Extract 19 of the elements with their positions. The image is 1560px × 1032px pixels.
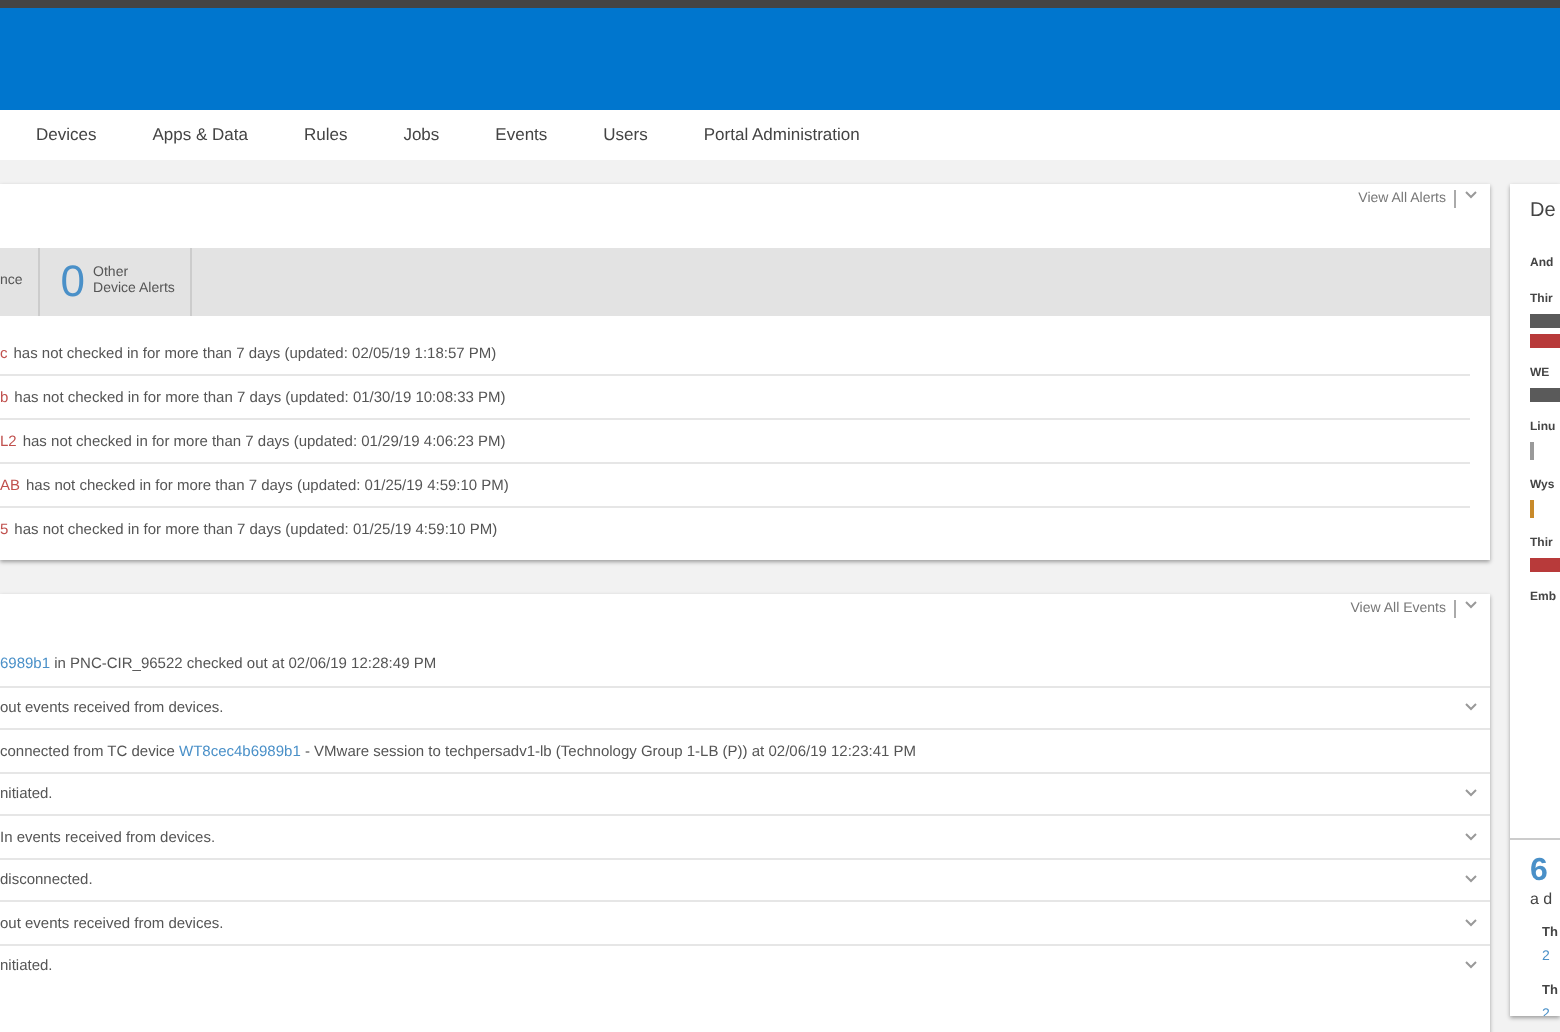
alert-count: 0 — [60, 260, 86, 304]
nav-link-item[interactable]: Apps & Data — [152, 122, 248, 148]
chevron-icon[interactable] — [1464, 702, 1478, 713]
chevron-icon[interactable] — [1464, 874, 1478, 885]
nav-link-item[interactable]: Jobs — [403, 122, 440, 148]
nav-link-item[interactable]: Portal Administration — [703, 122, 860, 148]
chevron-icon[interactable] — [1464, 831, 1478, 842]
chevron-icon[interactable] — [1464, 600, 1478, 610]
nav-link-item[interactable]: Events — [495, 122, 548, 148]
nav-link-item[interactable]: Users — [603, 122, 648, 148]
nav-link-item[interactable]: Devices — [36, 122, 97, 148]
chevron-icon[interactable] — [1464, 960, 1478, 971]
panel-title: De — [1530, 198, 1556, 226]
chevron-icon[interactable] — [1464, 788, 1478, 799]
nav-link-item[interactable]: Rules — [303, 122, 348, 148]
chevron-icon[interactable] — [1464, 190, 1478, 200]
count-label: a d — [1530, 888, 1553, 912]
device-count: 6 — [1530, 856, 1548, 888]
chevron-icon[interactable] — [1464, 917, 1478, 928]
